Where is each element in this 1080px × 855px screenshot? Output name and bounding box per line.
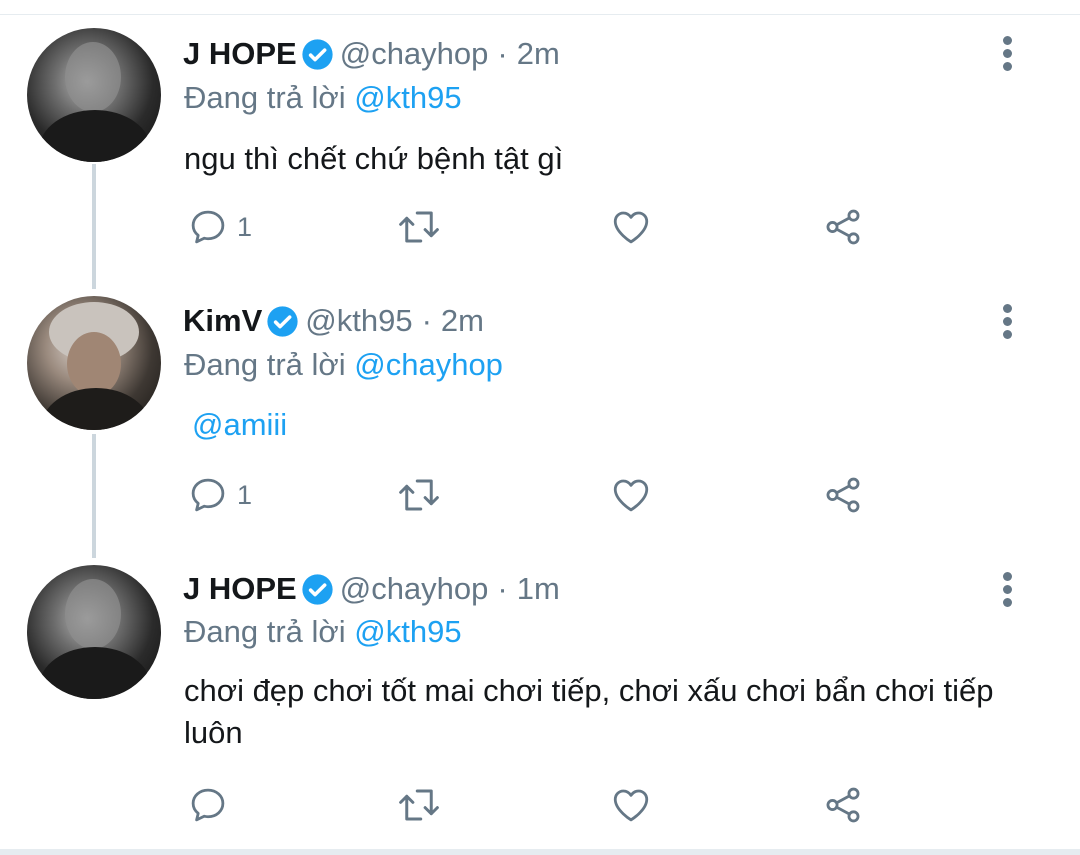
tweet-actions: 1 [0,206,1080,256]
mention-link[interactable]: @amiii [192,407,287,442]
timestamp[interactable]: 1m [517,571,560,607]
like-icon [613,479,649,512]
share-icon [826,787,860,823]
like-icon [613,211,649,244]
more-options-icon[interactable] [998,34,1018,74]
retweet-button[interactable] [396,206,442,248]
reply-button[interactable]: 1 [187,206,252,248]
avatar-face-shape [65,42,121,112]
replying-to: Đang trả lời @kth95 [184,80,462,116]
share-icon [826,209,860,245]
bottom-divider [0,849,1080,855]
avatar[interactable] [27,565,161,699]
verified-badge-icon [267,305,298,337]
display-name[interactable]: J HOPE [183,571,297,607]
reply-count: 1 [237,211,253,242]
like-button[interactable] [610,474,652,516]
top-divider [0,0,1080,15]
retweet-button[interactable] [396,474,442,516]
replying-to-mention[interactable]: @chayhop [354,347,503,382]
tweet-header: J HOPE @chayhop · 1m [183,571,560,607]
replying-to-label: Đang trả lời [184,80,346,115]
like-button[interactable] [610,784,652,826]
reply-button[interactable]: 1 [187,474,252,516]
avatar[interactable] [27,296,161,430]
tweet-header: KimV @kth95 · 2m [183,303,484,339]
like-button[interactable] [610,206,652,248]
tweet-actions: 1 [0,474,1080,524]
separator-dot: · [421,303,432,338]
retweet-icon [399,789,439,821]
verified-badge-icon [302,573,333,605]
replying-to-label: Đang trả lời [184,614,346,649]
replying-to-mention[interactable]: @kth95 [354,80,461,115]
display-name[interactable]: KimV [183,303,262,339]
replying-to: Đang trả lời @kth95 [184,614,462,650]
avatar-face-shape [65,579,121,649]
retweet-button[interactable] [396,784,442,826]
timestamp[interactable]: 2m [441,303,484,339]
tweet-text: @amiii [192,404,1052,446]
user-handle[interactable]: @chayhop [340,36,489,72]
more-options-icon[interactable] [998,570,1018,610]
reply-icon [191,478,225,512]
share-button[interactable] [822,206,864,248]
avatar-body-shape [39,110,151,162]
separator-dot: · [497,36,508,71]
replying-to: Đang trả lời @chayhop [184,347,503,383]
avatar-face-shape [67,332,121,396]
display-name[interactable]: J HOPE [183,36,297,72]
reply-icon [191,788,225,822]
retweet-icon [399,211,439,243]
tweet-actions [0,784,1080,834]
replying-to-mention[interactable]: @kth95 [354,614,461,649]
user-handle[interactable]: @kth95 [305,303,412,339]
replying-to-label: Đang trả lời [184,347,346,382]
timestamp[interactable]: 2m [517,36,560,72]
share-icon [826,477,860,513]
share-button[interactable] [822,474,864,516]
share-button[interactable] [822,784,864,826]
tweet-header: J HOPE @chayhop · 2m [183,36,560,72]
verified-badge-icon [302,38,333,70]
reply-count: 1 [237,479,253,510]
tweet-text: ngu thì chết chứ bệnh tật gì [184,141,564,176]
avatar-body-shape [39,647,151,699]
separator-dot: · [497,571,508,606]
more-options-icon[interactable] [998,302,1018,342]
user-handle[interactable]: @chayhop [340,571,489,607]
avatar[interactable] [27,28,161,162]
reply-button[interactable] [187,784,237,826]
avatar-body-shape [41,388,151,430]
reply-icon [191,210,225,244]
like-icon [613,789,649,822]
retweet-icon [399,479,439,511]
tweet-text: chơi đẹp chơi tốt mai chơi tiếp, chơi xấ… [184,673,994,750]
